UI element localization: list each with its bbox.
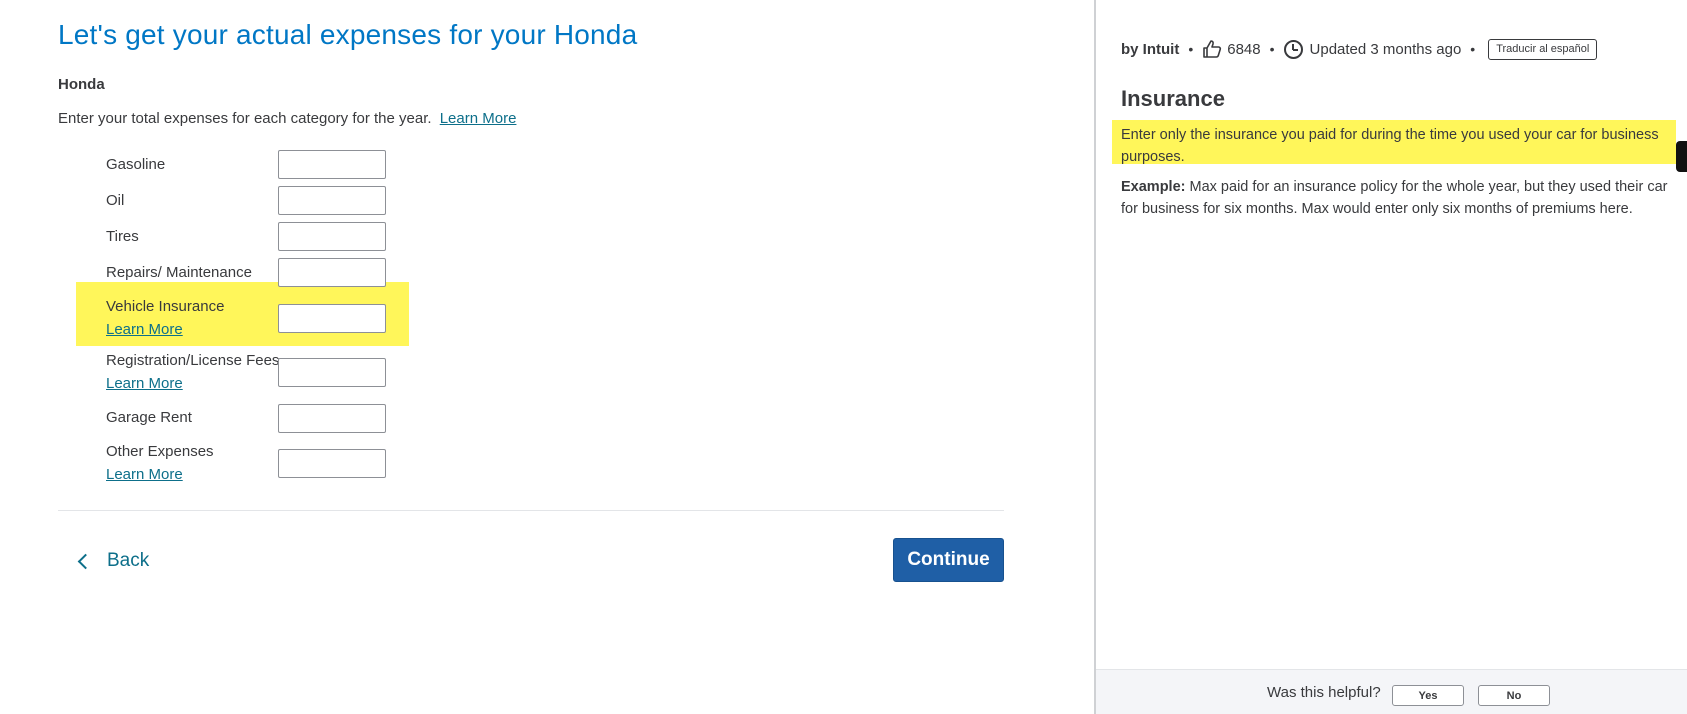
feedback-bar: Was this helpful? Yes No (1096, 669, 1687, 714)
repairs-maintenance-label: Repairs/ Maintenance (106, 264, 252, 281)
likes-count: 6848 (1227, 40, 1261, 58)
thumbs-up-icon[interactable] (1202, 39, 1222, 59)
article-meta: by Intuit • 6848 • Updated 3 months ago … (1121, 37, 1598, 61)
vehicle-insurance-label: Vehicle Insurance (106, 298, 225, 315)
feedback-question: Was this helpful? (1267, 684, 1381, 701)
feedback-yes-button[interactable]: Yes (1392, 685, 1464, 706)
section-divider (58, 510, 1004, 511)
vehicle-insurance-learn-more-link[interactable]: Learn More (106, 321, 183, 338)
help-panel: by Intuit • 6848 • Updated 3 months ago … (1096, 0, 1687, 714)
example-label: Example: (1121, 179, 1186, 195)
back-button[interactable]: Back (77, 545, 150, 577)
side-tab-handle[interactable] (1676, 141, 1687, 172)
other-expenses-learn-more-link[interactable]: Learn More (106, 466, 183, 483)
registration-license-fees-input[interactable] (278, 358, 386, 387)
other-expenses-input[interactable] (278, 449, 386, 478)
tires-label: Tires (106, 228, 139, 245)
translate-button[interactable]: Traducir al español (1488, 38, 1598, 60)
intro-text: Enter your total expenses for each categ… (58, 110, 516, 127)
help-title: Insurance (1121, 86, 1225, 111)
continue-button[interactable]: Continue (893, 538, 1004, 582)
page-title: Let's get your actual expenses for your … (58, 19, 638, 50)
tires-input[interactable] (278, 222, 386, 251)
gasoline-label: Gasoline (106, 156, 166, 173)
back-button-label: Back (107, 550, 150, 571)
updated-text: Updated 3 months ago (1309, 40, 1462, 58)
meta-separator: • (1269, 41, 1275, 57)
oil-input[interactable] (278, 186, 386, 215)
oil-label: Oil (106, 192, 125, 209)
main-panel: Let's get your actual expenses for your … (0, 0, 1094, 714)
help-paragraph: Enter only the insurance you paid for du… (1121, 127, 1659, 165)
meta-separator: • (1470, 41, 1476, 57)
author: by Intuit (1121, 40, 1180, 58)
vehicle-insurance-input[interactable] (278, 304, 386, 333)
meta-separator: • (1188, 41, 1194, 57)
registration-license-fees-label: Registration/License Fees (106, 352, 280, 369)
intro-learn-more-link[interactable]: Learn More (440, 110, 517, 127)
repairs-maintenance-input[interactable] (278, 258, 386, 287)
clock-icon (1283, 39, 1303, 59)
chevron-left-icon (77, 553, 94, 570)
registration-learn-more-link[interactable]: Learn More (106, 375, 183, 392)
intro-text-label: Enter your total expenses for each categ… (58, 110, 432, 127)
feedback-no-button[interactable]: No (1478, 685, 1550, 706)
garage-rent-label: Garage Rent (106, 409, 192, 426)
other-expenses-label: Other Expenses (106, 443, 214, 460)
example-text: Max paid for an insurance policy for the… (1121, 179, 1668, 217)
garage-rent-input[interactable] (278, 404, 386, 433)
vehicle-name: Honda (58, 76, 105, 93)
gasoline-input[interactable] (278, 150, 386, 179)
help-example: Example: Max paid for an insurance polic… (1121, 176, 1681, 220)
